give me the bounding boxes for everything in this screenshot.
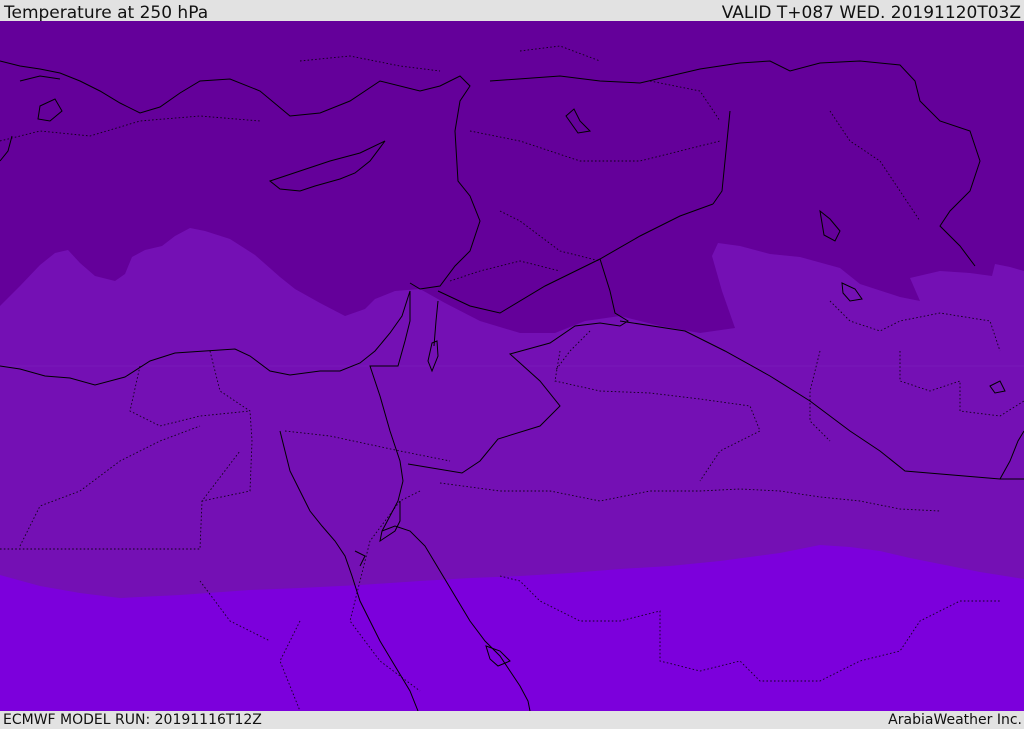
valid-time: VALID T+087 WED. 20191120T03Z bbox=[721, 3, 1021, 23]
credit-label: ArabiaWeather Inc. bbox=[888, 712, 1022, 728]
model-run-label: ECMWF MODEL RUN: 20191116T12Z bbox=[3, 712, 262, 728]
map-figure: Temperature at 250 hPa VALID T+087 WED. … bbox=[0, 0, 1024, 729]
header-bar: Temperature at 250 hPa VALID T+087 WED. … bbox=[0, 0, 1024, 23]
map-canvas bbox=[0, 21, 1024, 711]
footer-bar: ECMWF MODEL RUN: 20191116T12Z ArabiaWeat… bbox=[0, 711, 1024, 729]
map-area bbox=[0, 21, 1024, 711]
map-title: Temperature at 250 hPa bbox=[4, 3, 209, 23]
